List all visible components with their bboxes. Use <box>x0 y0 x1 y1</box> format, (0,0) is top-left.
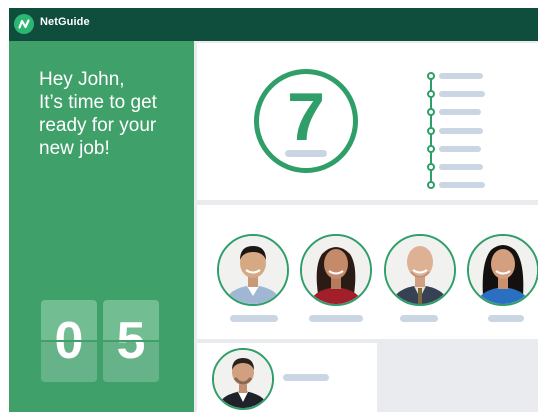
team-members-card[interactable] <box>197 205 538 339</box>
placeholder-text-bar <box>285 150 327 157</box>
countdown-digit-ones: 5 <box>103 300 159 382</box>
timeline-step-placeholder-bar <box>439 73 483 79</box>
greeting-line: ready for your <box>39 115 157 136</box>
timeline-step-dot[interactable] <box>427 144 435 153</box>
placeholder-name-bar <box>400 315 438 322</box>
onboarding-timeline-card[interactable]: 7 <box>197 43 538 200</box>
placeholder-name-bar <box>309 315 363 322</box>
placeholder-name-bar <box>488 315 524 322</box>
timeline-step-placeholder-bar <box>439 182 485 189</box>
placeholder-name-bar <box>230 315 278 322</box>
timeline-step-dot[interactable] <box>427 126 435 135</box>
timeline-step-placeholder-bar <box>439 91 485 98</box>
timeline-step-placeholder-bar <box>439 145 481 152</box>
greeting-text: Hey John, It’s time to get ready for you… <box>39 68 189 160</box>
top-bar: NetGuide <box>9 8 538 41</box>
woman-portrait-avatar[interactable] <box>300 234 372 306</box>
placeholder-name-bar <box>283 374 329 381</box>
greeting-line: It’s time to get <box>39 92 157 113</box>
timeline-step-dot[interactable] <box>427 90 435 99</box>
bald-man-portrait-avatar[interactable] <box>384 234 456 306</box>
woman-dark-hair-portrait-avatar[interactable] <box>467 234 538 306</box>
man-portrait-avatar[interactable] <box>217 234 289 306</box>
greeting-line: Hey John, <box>39 69 125 90</box>
timeline-step-placeholder-bar <box>439 127 483 134</box>
greeting-line: new job! <box>39 138 110 159</box>
timeline-step-dot[interactable] <box>427 163 435 171</box>
timeline-step-dot[interactable] <box>427 181 435 190</box>
days-counter-number: 7 <box>287 79 325 155</box>
man-suit-portrait-avatar[interactable] <box>212 348 274 410</box>
welcome-sidebar: Hey John, It’s time to get ready for you… <box>9 41 194 412</box>
timeline-step-placeholder-bar <box>439 109 481 116</box>
days-counter-ring: 7 <box>254 69 358 173</box>
timeline-step-placeholder-bar <box>439 164 483 170</box>
countdown-digit-tens: 0 <box>41 300 97 382</box>
timeline-step-dot[interactable] <box>427 72 435 80</box>
new-contact-card[interactable] <box>197 343 377 412</box>
timeline-step-dot[interactable] <box>427 108 435 117</box>
app-window: NetGuide Hey John, It’s time to get read… <box>9 8 538 412</box>
netguide-logo-icon[interactable] <box>14 14 34 34</box>
app-title: NetGuide <box>40 16 90 28</box>
empty-card-slot <box>381 343 538 412</box>
